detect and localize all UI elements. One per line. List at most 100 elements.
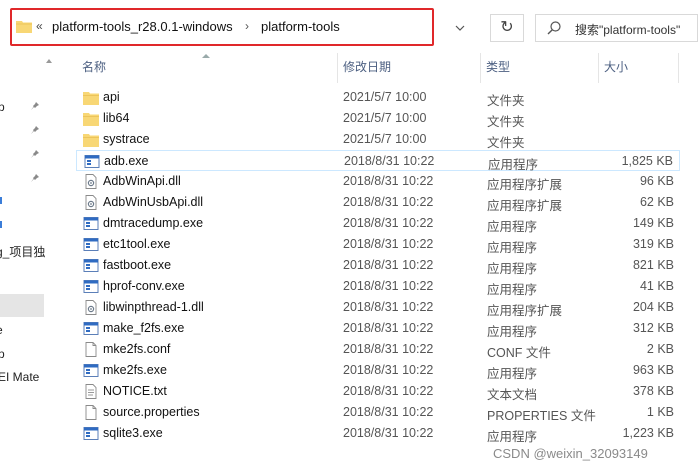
file-name: source.properties [103,405,200,419]
column-header-size[interactable]: 大小 [598,53,678,83]
file-row[interactable]: source.properties 2018/8/31 10:22 PROPERTI… [76,402,680,423]
file-row[interactable]: mke2fs.exe 2018/8/31 10:22 应用程序 963 KB [76,360,680,381]
exe-icon [83,237,99,252]
nav-node-icon [0,221,2,228]
file-date: 2018/8/31 10:22 [343,300,434,314]
file-name: hprof-conv.exe [103,279,185,293]
file-date: 2018/8/31 10:22 [343,195,434,209]
exe-icon [83,321,99,336]
scroll-up-icon[interactable] [46,59,52,63]
file-name: dmtracedump.exe [103,216,204,230]
file-row[interactable]: adb.exe 2018/8/31 10:22 应用程序 1,825 KB [76,150,680,172]
address-bar[interactable]: « platform-tools_r28.0.1-windows › platf… [10,8,434,46]
file-date: 2018/8/31 10:22 [343,342,434,356]
folder-icon [83,111,99,126]
file-name: fastboot.exe [103,258,172,272]
sort-up-icon [202,54,210,58]
search-icon [547,21,561,35]
file-date: 2018/8/31 10:22 [343,237,434,251]
file-name: make_f2fs.exe [103,321,185,335]
file-row[interactable]: fastboot.exe 2018/8/31 10:22 应用程序 821 KB [76,255,680,276]
pin-icon [30,102,39,111]
nav-item[interactable]: e [0,323,3,337]
search-box[interactable]: 搜索"platform-tools" [535,14,698,42]
exe-icon [83,279,99,294]
exe-icon [83,258,99,273]
nav-item[interactable]: EI Mate [0,370,39,384]
file-date: 2018/8/31 10:22 [343,279,434,293]
nav-selected-item[interactable] [0,294,44,317]
file-row[interactable]: systrace 2021/5/7 10:00 文件夹 [76,129,680,150]
exe-icon [84,154,100,169]
file-name: etc1tool.exe [103,237,171,251]
refresh-icon: ↻ [500,19,514,36]
nav-item[interactable]: p [0,347,5,361]
file-name: mke2fs.exe [103,363,167,377]
file-type: 应用程序 [487,262,538,276]
file-date: 2018/8/31 10:22 [343,321,434,335]
file-row[interactable]: NOTICE.txt 2018/8/31 10:22 文本文档 378 KB [76,381,680,402]
breadcrumb-item[interactable]: platform-tools [261,19,340,34]
address-bar-area: « platform-tools_r28.0.1-windows › platf… [0,0,698,53]
file-type: 文件夹 [487,115,525,129]
column-header-row: 名称 修改日期 类型 大小 [53,53,698,83]
file-row[interactable]: make_f2fs.exe 2018/8/31 10:22 应用程序 312 KB [76,318,680,339]
file-date: 2018/8/31 10:22 [343,258,434,272]
file-row[interactable]: mke2fs.conf 2018/8/31 10:22 CONF 文件 2 KB [76,339,680,360]
file-row[interactable]: dmtracedump.exe 2018/8/31 10:22 应用程序 149 KB [76,213,680,234]
txt-icon [83,384,99,399]
file-row[interactable]: lib64 2021/5/7 10:00 文件夹 [76,108,680,129]
file-date: 2018/8/31 10:22 [343,363,434,377]
file-size: 378 KB [632,384,674,398]
file-size: 41 KB [639,279,674,293]
file-type: 应用程序扩展 [487,199,563,213]
file-type: CONF 文件 [487,346,551,360]
file-list-scrollbar[interactable] [680,83,698,470]
file-name: mke2fs.conf [103,342,171,356]
folder-icon [83,90,99,105]
column-header-type[interactable]: 类型 [480,53,598,83]
file-row[interactable]: AdbWinApi.dll 2018/8/31 10:22 应用程序扩展 96 KB [76,171,680,192]
file-size: 2 KB [646,342,674,356]
file-type: 文件夹 [487,136,525,150]
file-size: 1,223 KB [622,426,674,440]
pin-icon [30,126,39,135]
file-name: libwinpthread-1.dll [103,300,204,314]
exe-icon [83,216,99,231]
overflow-chevron-icon[interactable]: « [36,19,43,33]
file-date: 2021/5/7 10:00 [343,90,427,104]
file-row[interactable]: AdbWinUsbApi.dll 2018/8/31 10:22 应用程序扩展 62 … [76,192,680,213]
breadcrumb-item[interactable]: platform-tools_r28.0.1-windows [52,19,233,34]
refresh-button[interactable]: ↻ [490,14,524,42]
file-row[interactable]: api 2021/5/7 10:00 文件夹 [76,87,680,108]
file-date: 2018/8/31 10:22 [343,216,434,230]
file-date: 2018/8/31 10:22 [343,174,434,188]
file-size: 963 KB [632,363,674,377]
file-size: 319 KB [632,237,674,251]
file-date: 2021/5/7 10:00 [343,132,427,146]
file-size: 1 KB [646,405,674,419]
nav-scrollbar[interactable] [45,53,53,470]
breadcrumb-separator-icon[interactable]: › [245,19,249,33]
column-header-date[interactable]: 修改日期 [337,53,481,83]
file-size: 312 KB [632,321,674,335]
column-divider[interactable] [678,53,679,83]
file-row[interactable]: hprof-conv.exe 2018/8/31 10:22 应用程序 41 KB [76,276,680,297]
file-date: 2018/8/31 10:22 [343,405,434,419]
file-row[interactable]: sqlite3.exe 2018/8/31 10:22 应用程序 1,223 KB [76,423,680,444]
file-icon [83,342,99,357]
nav-item[interactable]: p [0,100,5,114]
file-type: 应用程序 [487,241,538,255]
address-dropdown-icon[interactable] [445,14,475,42]
file-type: 文本文档 [487,388,538,402]
dll-icon [83,174,99,189]
nav-node-icon [0,197,2,204]
file-row[interactable]: libwinpthread-1.dll 2018/8/31 10:22 应用程序扩展… [76,297,680,318]
nav-item[interactable]: g_项目独 [0,243,45,260]
file-name: AdbWinUsbApi.dll [103,195,204,209]
file-name: lib64 [103,111,130,125]
file-row[interactable]: etc1tool.exe 2018/8/31 10:22 应用程序 319 KB [76,234,680,255]
file-type: 应用程序 [487,283,538,297]
file-name: systrace [103,132,150,146]
file-date: 2018/8/31 10:22 [343,384,434,398]
